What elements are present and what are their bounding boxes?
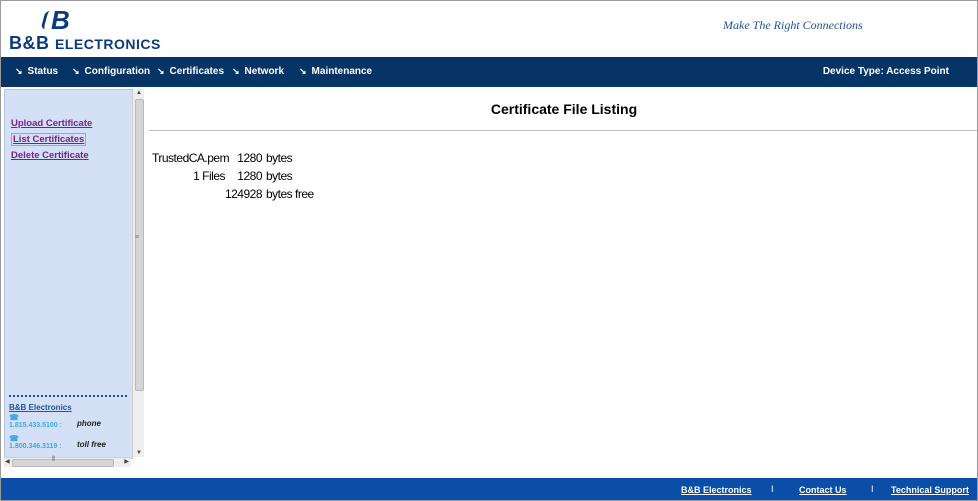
scroll-right-icon[interactable]: ▶	[124, 458, 129, 465]
arrow-icon: ↘	[157, 66, 165, 76]
arrow-icon: ↘	[299, 66, 307, 76]
nav-label: Network	[244, 66, 284, 77]
scroll-up-icon[interactable]: ▲	[136, 90, 142, 96]
device-type: Device Type: Access Point	[822, 66, 949, 77]
free-space-value: 124928	[224, 187, 263, 201]
toll-free-label: toll free	[77, 440, 106, 449]
file-name: TrustedCA.pem	[152, 151, 230, 165]
phone-icon: ☎	[9, 434, 19, 443]
footer-link-contact-us[interactable]: Contact Us	[799, 485, 847, 495]
footer-link-technical-support[interactable]: Technical Support	[891, 485, 969, 495]
scroll-thumb-horizontal[interactable]	[12, 459, 114, 467]
bb-logo[interactable]: B B&B ELECTRONICS	[7, 5, 197, 53]
scroll-down-icon[interactable]: ▼	[136, 450, 142, 456]
grip-icon: ≡	[135, 234, 140, 241]
grip-icon: ⦀	[52, 456, 56, 463]
footer-link-bb-electronics[interactable]: B&B Electronics	[681, 485, 752, 495]
nav-maintenance[interactable]: ↘ Maintenance	[299, 66, 372, 77]
logo-electronics: ELECTRONICS	[55, 36, 161, 52]
nav-configuration[interactable]: ↘ Configuration	[72, 66, 150, 77]
phone-label: phone	[77, 419, 101, 428]
sidebar-panel: Upload Certificate List Certificates Del…	[4, 89, 133, 459]
company-link[interactable]: B&B Electronics	[9, 403, 72, 412]
nav-network[interactable]: ↘ Network	[232, 66, 284, 77]
sidebar: Upload Certificate List Certificates Del…	[4, 89, 144, 467]
free-space-row: 124928 bytes free	[152, 187, 352, 201]
toll-free-number-text: 1.800.346.3119	[9, 443, 58, 450]
nav-certificates[interactable]: ↘ Certificates	[157, 66, 224, 77]
free-space-unit: bytes free	[266, 187, 314, 201]
tagline: Make The Right Connections	[723, 18, 863, 32]
sidebar-item-upload-certificate[interactable]: Upload Certificate	[11, 118, 92, 129]
total-size: 1280	[237, 169, 262, 183]
arrow-icon: ↘	[15, 66, 23, 76]
nav-status[interactable]: ↘ Status	[15, 66, 58, 77]
scroll-thumb[interactable]	[135, 99, 144, 391]
nav-label: Status	[27, 66, 59, 77]
page-title: Certificate File Listing	[490, 101, 638, 117]
top-nav: ↘ Status ↘ Configuration ↘ Certificates ↘ Ne…	[1, 57, 977, 87]
header: B B&B ELECTRONICS Make The Right Connect…	[1, 1, 977, 57]
phone-number: ☎ 1.815.433.5100 :	[9, 413, 62, 430]
sidebar-vertical-scrollbar[interactable]: ▲ ≡ ▼	[132, 89, 144, 457]
phone-number-text: 1.815.433.5100	[9, 422, 58, 429]
phone-icon: ☎	[9, 413, 19, 422]
sidebar-horizontal-scrollbar[interactable]: ◀ ⦀ ▶	[4, 456, 131, 467]
file-size-unit: bytes	[266, 151, 293, 165]
sidebar-item-delete-certificate[interactable]: Delete Certificate	[11, 150, 89, 161]
logo-mark: B	[51, 5, 70, 35]
footer-separator: I	[771, 484, 774, 494]
sidebar-item-list-certificates[interactable]: List Certificates	[11, 133, 87, 146]
page-frame: B B&B ELECTRONICS Make The Right Connect…	[0, 0, 978, 501]
divider	[9, 395, 127, 397]
file-size: 1280	[237, 151, 262, 165]
footer: B&B Electronics I Contact Us I Technical…	[1, 478, 977, 500]
scroll-left-icon[interactable]: ◀	[5, 458, 10, 465]
nav-label: Configuration	[84, 66, 151, 77]
nav-label: Maintenance	[311, 66, 373, 77]
nav-label: Certificates	[169, 66, 225, 77]
logo-wordmark: B&B ELECTRONICS	[9, 33, 161, 54]
total-size-unit: bytes	[266, 169, 293, 183]
files-summary-row: 1 Files 1280 bytes	[152, 169, 312, 183]
arrow-icon: ↘	[232, 66, 240, 76]
logo-bb: B&B	[9, 33, 50, 53]
files-count: 1 Files	[193, 169, 225, 183]
title-divider	[149, 130, 977, 131]
footer-separator: I	[871, 484, 874, 494]
file-row: TrustedCA.pem 1280 bytes	[152, 151, 312, 165]
arrow-icon: ↘	[72, 66, 80, 76]
toll-free-number: ☎ 1.800.346.3119 :	[9, 434, 62, 451]
